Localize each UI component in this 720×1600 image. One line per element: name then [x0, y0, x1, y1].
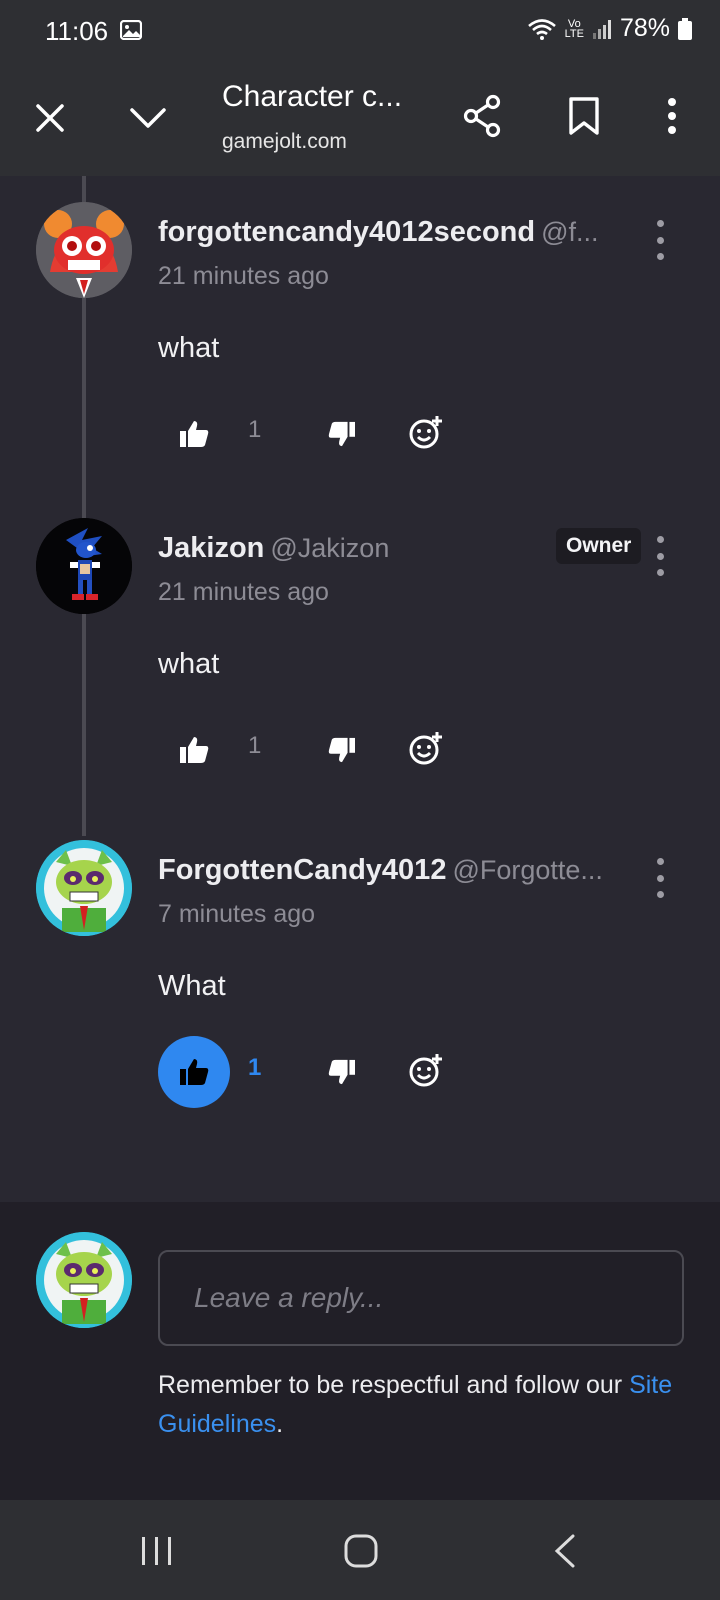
reply-input[interactable]	[158, 1250, 684, 1346]
comment-timestamp[interactable]: 7 minutes ago	[158, 900, 315, 929]
dislike-button[interactable]	[318, 1048, 366, 1096]
network-type: Vo LTE	[564, 17, 584, 40]
add-reaction-button[interactable]	[400, 1044, 452, 1096]
thumbs-up-icon	[180, 421, 209, 447]
status-time: 11:06	[45, 16, 109, 46]
comment-actions: 1	[158, 1036, 558, 1108]
like-button[interactable]	[158, 1036, 230, 1108]
avatar[interactable]	[36, 840, 132, 936]
thumbs-down-icon	[328, 737, 355, 763]
username-text[interactable]: forgottencandy4012second	[158, 216, 535, 248]
comment-body: what	[158, 648, 220, 680]
like-count: 1	[248, 416, 262, 443]
system-nav-bar	[0, 1500, 720, 1600]
chevron-down-icon[interactable]	[126, 96, 170, 140]
thumbs-up-icon	[180, 737, 209, 763]
comment-menu-icon[interactable]	[650, 858, 670, 898]
guidelines-notice: Remember to be respectful and follow our…	[158, 1366, 698, 1444]
comment-menu-icon[interactable]	[650, 536, 670, 576]
browser-toolbar: Character c... gamejolt.com	[0, 62, 720, 176]
add-emoji-icon	[409, 732, 442, 765]
status-indicators: Vo LTE 78%	[527, 14, 692, 43]
dislike-button[interactable]	[318, 726, 366, 774]
like-count: 1	[248, 732, 262, 759]
thumbs-down-icon	[328, 1059, 355, 1085]
guidelines-end: .	[276, 1410, 284, 1438]
add-reaction-button[interactable]	[400, 406, 452, 458]
battery-icon	[678, 17, 692, 40]
comment-body: What	[158, 970, 226, 1002]
recent-apps-icon[interactable]	[132, 1526, 182, 1576]
username-text[interactable]: ForgottenCandy4012	[158, 854, 446, 886]
guidelines-text: Remember to be respectful and follow our	[158, 1371, 630, 1399]
comment-timestamp[interactable]: 21 minutes ago	[158, 578, 329, 607]
user-handle[interactable]: @f...	[541, 217, 598, 247]
owner-badge: Owner	[556, 528, 642, 564]
user-handle[interactable]: @Forgotte...	[452, 855, 602, 885]
bookmark-icon[interactable]	[562, 94, 606, 138]
comment-thread: forgottencandy4012second @f... 21 minutes…	[0, 176, 720, 1202]
like-button[interactable]	[158, 398, 230, 470]
back-icon[interactable]	[540, 1526, 590, 1576]
more-options-icon[interactable]	[650, 94, 694, 138]
comment-item: ForgottenCandy4012 @Forgotte... 7 minutes…	[0, 840, 720, 1160]
comment-item: forgottencandy4012second @f... 21 minutes…	[0, 202, 720, 502]
status-bar: 11:06 Vo LTE 78%	[0, 0, 720, 62]
comment-actions: 1	[158, 714, 558, 784]
close-icon[interactable]	[28, 96, 72, 140]
home-icon[interactable]	[336, 1526, 386, 1576]
avatar[interactable]	[36, 518, 132, 614]
add-reaction-button[interactable]	[400, 722, 452, 774]
add-emoji-icon	[409, 1054, 442, 1087]
page-url[interactable]: gamejolt.com	[222, 130, 347, 154]
comment-timestamp[interactable]: 21 minutes ago	[158, 262, 329, 291]
comment-username[interactable]: forgottencandy4012second @f...	[158, 216, 599, 249]
comment-body: what	[158, 332, 220, 364]
current-user-avatar[interactable]	[36, 1232, 132, 1328]
thumbs-up-icon	[180, 1059, 209, 1085]
comment-item: Jakizon @Jakizon Owner 21 minutes ago wha…	[0, 518, 720, 818]
comment-username[interactable]: Jakizon @Jakizon	[158, 532, 389, 565]
comment-username[interactable]: ForgottenCandy4012 @Forgotte...	[158, 854, 603, 887]
share-icon[interactable]	[460, 94, 504, 138]
comment-actions: 1	[158, 398, 558, 468]
add-emoji-icon	[409, 416, 442, 449]
thumbs-down-icon	[328, 421, 355, 447]
like-count: 1	[248, 1054, 262, 1081]
avatar[interactable]	[36, 202, 132, 298]
wifi-icon	[527, 18, 556, 40]
gallery-notification-icon	[120, 20, 142, 40]
username-text[interactable]: Jakizon	[158, 532, 264, 564]
signal-icon	[592, 19, 611, 39]
comment-menu-icon[interactable]	[650, 220, 670, 260]
battery-level: 78%	[619, 14, 670, 42]
page-title[interactable]: Character c...	[222, 80, 402, 114]
like-button[interactable]	[158, 714, 230, 786]
reply-section: Remember to be respectful and follow our…	[0, 1202, 720, 1500]
dislike-button[interactable]	[318, 410, 366, 458]
user-handle[interactable]: @Jakizon	[270, 533, 389, 563]
